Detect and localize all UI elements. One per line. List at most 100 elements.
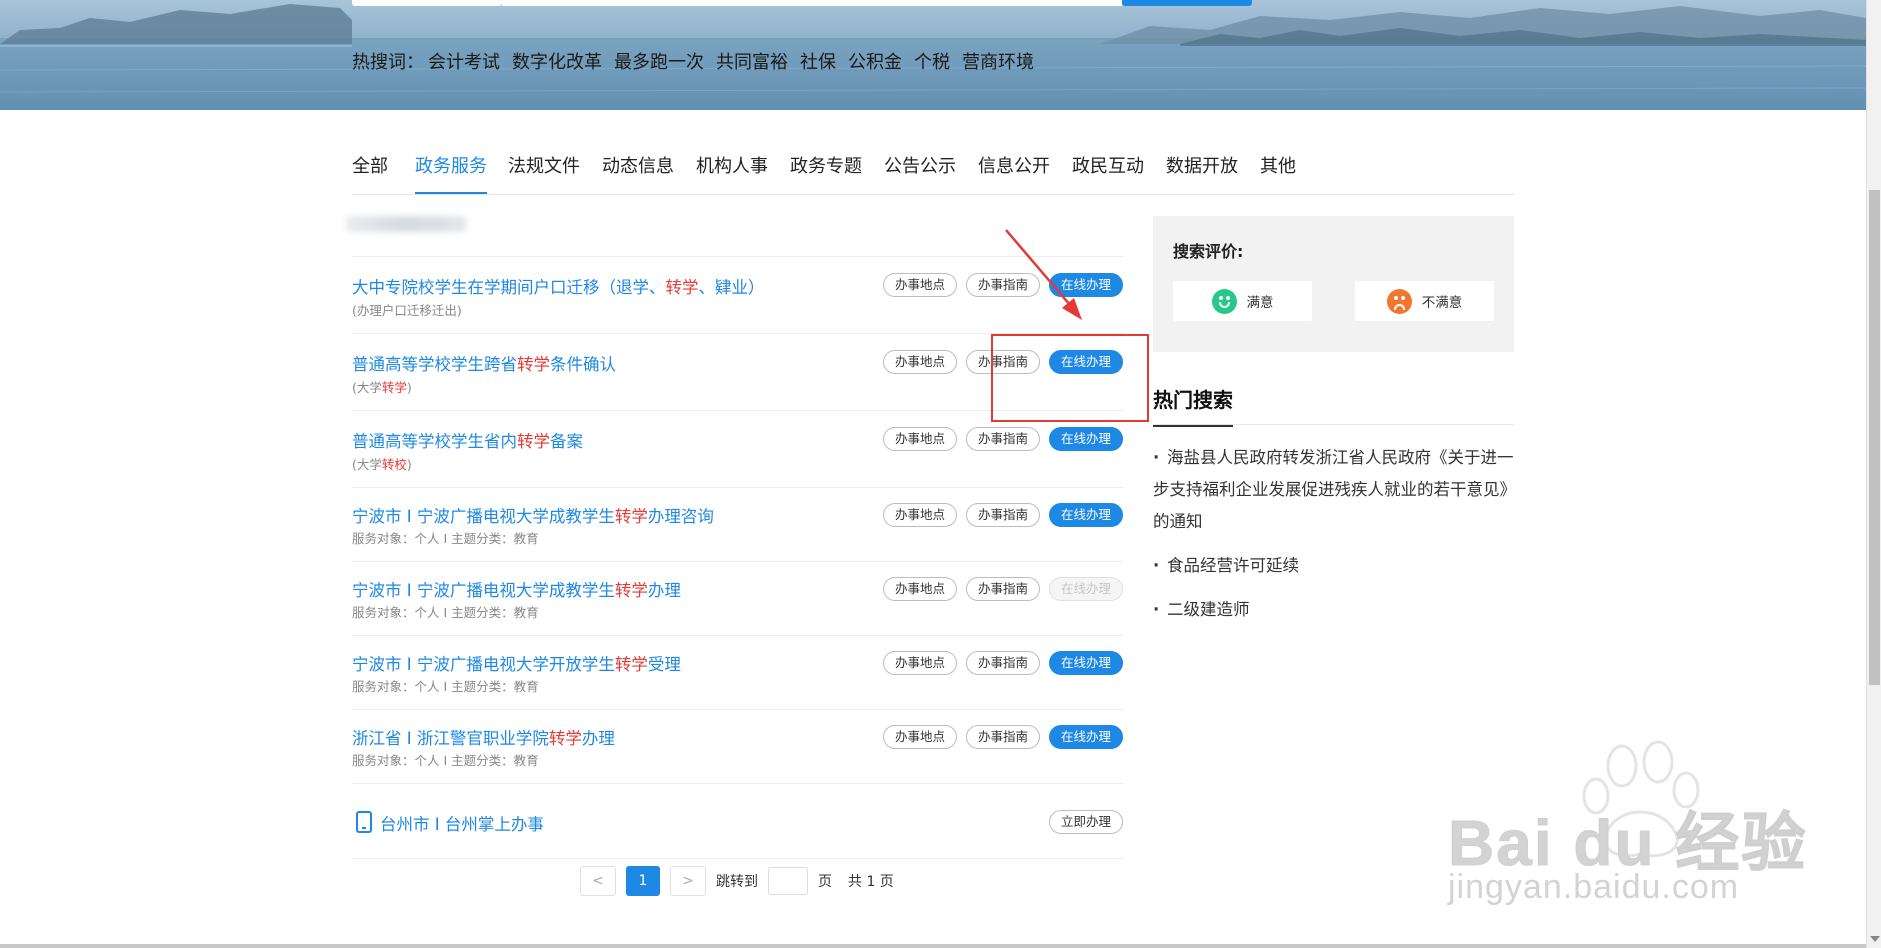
page-number-current[interactable]: 1 xyxy=(626,866,660,896)
result-actions: 办事地点 办事指南 在线办理 xyxy=(882,427,1123,451)
satisfied-label: 满意 xyxy=(1246,295,1274,311)
annotation-arrow xyxy=(1005,229,1082,320)
office-location-button[interactable]: 办事地点 xyxy=(882,350,957,374)
tab-interaction[interactable]: 政民互动 xyxy=(1072,152,1144,194)
prev-page-button[interactable]: < xyxy=(580,866,616,896)
scrollbar-thumb[interactable] xyxy=(1869,190,1880,685)
tab-news[interactable]: 动态信息 xyxy=(602,152,674,194)
result-actions: 办事地点 办事指南 在线办理 xyxy=(882,725,1123,749)
title-text: 宁波市 I 宁波广播电视大学成教学生 xyxy=(352,581,615,600)
subtitle-text: 服务对象：个人 I 主题分类：教育 xyxy=(352,679,539,694)
list-item: 宁波市 I 宁波广播电视大学成教学生转学办理 服务对象：个人 I 主题分类：教育… xyxy=(352,561,1123,635)
title-keyword: 转学 xyxy=(517,355,550,374)
service-guide-button[interactable]: 办事指南 xyxy=(965,651,1040,675)
page-jump-input[interactable] xyxy=(768,867,808,895)
total-pages-label: 共 1 页 xyxy=(848,874,894,890)
hot-search-link[interactable]: 海盐县人民政府转发浙江省人民政府《关于进一步支持福利企业发展促进残疾人就业的若干… xyxy=(1153,442,1514,538)
tab-other[interactable]: 其他 xyxy=(1260,152,1296,194)
title-text: 、肄业） xyxy=(698,278,765,297)
vertical-scrollbar[interactable] xyxy=(1866,0,1881,948)
list-item: 浙江省 I 浙江警官职业学院转学办理 服务对象：个人 I 主题分类：教育 办事地… xyxy=(352,709,1123,783)
subtitle-keyword: 转校 xyxy=(381,457,407,472)
next-page-button[interactable]: > xyxy=(670,866,706,896)
service-guide-button[interactable]: 办事指南 xyxy=(965,577,1040,601)
search-button[interactable] xyxy=(1122,0,1252,6)
service-guide-button[interactable]: 办事指南 xyxy=(965,427,1040,451)
subtitle-text: 服务对象：个人 I 主题分类：教育 xyxy=(352,605,539,620)
hot-word-link[interactable]: 公积金 xyxy=(848,52,902,73)
tab-all[interactable]: 全部 xyxy=(352,152,388,194)
office-location-button[interactable]: 办事地点 xyxy=(882,577,957,601)
online-apply-button-disabled: 在线办理 xyxy=(1049,577,1123,601)
result-title-link[interactable]: 浙江省 I 浙江警官职业学院转学办理 xyxy=(352,725,615,749)
title-keyword: 转学 xyxy=(665,278,699,297)
title-text: 普通高等学校学生跨省 xyxy=(352,355,517,374)
result-title-link[interactable]: 大中专院校学生在学期间户口迁移（退学、转学、肄业） xyxy=(352,274,765,298)
tab-regulations[interactable]: 法规文件 xyxy=(508,152,580,194)
title-keyword: 转学 xyxy=(517,432,550,451)
tab-topics[interactable]: 政务专题 xyxy=(790,152,862,194)
result-actions: 办事地点 办事指南 在线办理 xyxy=(882,577,1123,601)
result-title-link[interactable]: 台州市 I 台州掌上办事 xyxy=(380,811,544,835)
result-title-link[interactable]: 宁波市 I 宁波广播电视大学成教学生转学办理咨询 xyxy=(352,503,714,527)
tab-notices[interactable]: 公告公示 xyxy=(884,152,956,194)
result-title-link[interactable]: 普通高等学校学生省内转学备案 xyxy=(352,428,583,452)
office-location-button[interactable]: 办事地点 xyxy=(882,427,957,451)
result-subtitle: 服务对象：个人 I 主题分类：教育 xyxy=(352,750,539,769)
result-title-link[interactable]: 宁波市 I 宁波广播电视大学成教学生转学办理 xyxy=(352,577,681,601)
unsatisfied-button[interactable]: 不满意 xyxy=(1355,281,1494,321)
title-keyword: 转学 xyxy=(548,729,582,748)
tab-open-data[interactable]: 数据开放 xyxy=(1166,152,1238,194)
search-input[interactable] xyxy=(352,0,502,6)
hot-search-link[interactable]: 食品经营许可延续 xyxy=(1153,550,1514,582)
service-guide-button[interactable]: 办事指南 xyxy=(965,503,1040,527)
subtitle-keyword: 转学 xyxy=(381,380,407,395)
online-apply-button[interactable]: 在线办理 xyxy=(1049,651,1123,675)
office-location-button[interactable]: 办事地点 xyxy=(882,651,957,675)
hot-word-link[interactable]: 会计考试 xyxy=(428,52,500,73)
result-subtitle: (办理户口迁移迁出) xyxy=(352,300,462,319)
online-apply-button[interactable]: 在线办理 xyxy=(1049,427,1123,451)
handle-now-button[interactable]: 立即办理 xyxy=(1048,810,1123,834)
scroll-down-icon[interactable] xyxy=(1870,936,1880,942)
office-location-button[interactable]: 办事地点 xyxy=(882,273,957,297)
category-tabs: 全部 政务服务 法规文件 动态信息 机构人事 政务专题 公告公示 信息公开 政民… xyxy=(352,148,1514,195)
hot-word-link[interactable]: 营商环境 xyxy=(962,52,1034,73)
title-text: 办理 xyxy=(647,581,681,600)
hot-word-link[interactable]: 社保 xyxy=(800,52,836,73)
title-keyword: 转学 xyxy=(614,655,648,674)
hot-words-label: 热搜词： xyxy=(352,52,424,73)
list-item: 宁波市 I 宁波广播电视大学开放学生转学受理 服务对象：个人 I 主题分类：教育… xyxy=(352,635,1123,709)
hot-search-link[interactable]: 二级建造师 xyxy=(1153,594,1514,626)
result-actions: 办事地点 办事指南 在线办理 xyxy=(882,651,1123,675)
subtitle-text: (办理户口迁移迁出) xyxy=(352,303,462,318)
hot-word-link[interactable]: 共同富裕 xyxy=(716,52,788,73)
tab-info-disclosure[interactable]: 信息公开 xyxy=(978,152,1050,194)
tab-gov-services[interactable]: 政务服务 xyxy=(415,152,487,194)
office-location-button[interactable]: 办事地点 xyxy=(882,503,957,527)
result-title-link[interactable]: 宁波市 I 宁波广播电视大学开放学生转学受理 xyxy=(352,651,681,675)
tab-personnel[interactable]: 机构人事 xyxy=(696,152,768,194)
hot-word-link[interactable]: 数字化改革 xyxy=(512,52,602,73)
jump-to-label: 跳转到 xyxy=(716,874,758,890)
header-banner: 热搜词： 会计考试 数字化改革 最多跑一次 共同富裕 社保 公积金 个税 营商环境 xyxy=(0,0,1866,110)
title-keyword: 转学 xyxy=(614,507,648,526)
subtitle-text: ) xyxy=(406,457,412,472)
horizontal-scrollbar[interactable] xyxy=(0,944,1866,948)
hot-word-link[interactable]: 最多跑一次 xyxy=(614,52,704,73)
result-subtitle: (大学转学) xyxy=(352,377,412,396)
list-item: 台州市 I 台州掌上办事 立即办理 xyxy=(352,783,1123,859)
satisfied-button[interactable]: 满意 xyxy=(1173,281,1312,321)
hot-words-bar: 热搜词： 会计考试 数字化改革 最多跑一次 共同富裕 社保 公积金 个税 营商环境 xyxy=(352,48,1046,74)
pagination: < 1 > 跳转到 页 共 1 页 xyxy=(580,866,894,896)
hot-word-link[interactable]: 个税 xyxy=(914,52,950,73)
title-keyword: 转学 xyxy=(614,581,648,600)
online-apply-button[interactable]: 在线办理 xyxy=(1049,725,1123,749)
subtitle-text: (大学 xyxy=(352,457,382,472)
online-apply-button[interactable]: 在线办理 xyxy=(1049,503,1123,527)
office-location-button[interactable]: 办事地点 xyxy=(882,725,957,749)
result-title-link[interactable]: 普通高等学校学生跨省转学条件确认 xyxy=(352,351,616,375)
page-unit-label: 页 xyxy=(818,874,832,890)
service-guide-button[interactable]: 办事指南 xyxy=(965,725,1040,749)
title-text: 条件确认 xyxy=(550,355,616,374)
